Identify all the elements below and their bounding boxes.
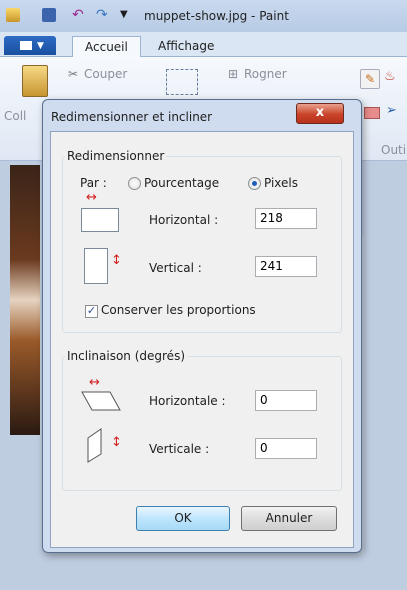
skew-vertical-input[interactable]: [255, 438, 317, 459]
radio-pixels[interactable]: [248, 177, 261, 190]
pourcentage-label[interactable]: Pourcentage: [144, 176, 219, 190]
paste-label[interactable]: Coll: [4, 109, 26, 123]
ok-button[interactable]: OK: [136, 506, 230, 531]
skew-vertical-arrow-icon: ↕: [111, 435, 122, 450]
vertical-resize-box-icon: [84, 248, 108, 284]
dialog-body: Redimensionner Par : Pourcentage Pixels …: [50, 131, 354, 548]
eraser-icon[interactable]: [364, 107, 380, 119]
tab-accueil[interactable]: Accueil: [72, 36, 141, 57]
pencil-icon[interactable]: ✎: [360, 69, 380, 89]
vertical-label: Vertical :: [149, 261, 202, 275]
paste-icon[interactable]: [22, 65, 48, 97]
skew-vertical-label: Verticale :: [149, 442, 210, 456]
keep-proportions-checkbox[interactable]: ✓: [85, 305, 98, 318]
customize-toolbar-icon[interactable]: ▼: [120, 8, 134, 22]
tab-affichage[interactable]: Affichage: [146, 36, 226, 56]
paint-menu-button[interactable]: ▼: [4, 36, 56, 55]
vertical-arrow-icon: ↕: [111, 253, 122, 268]
fill-icon[interactable]: ♨: [384, 69, 402, 87]
keep-proportions-label[interactable]: Conserver les proportions: [101, 303, 256, 317]
vertical-input[interactable]: [255, 256, 317, 277]
chevron-down-icon: ▼: [37, 41, 44, 51]
document-icon: [20, 41, 32, 50]
skew-group: [62, 356, 342, 491]
ribbon-tab-row: ▼ Accueil Affichage: [0, 32, 407, 57]
save-icon[interactable]: [42, 8, 56, 22]
pixels-label[interactable]: Pixels: [264, 176, 298, 190]
close-icon: x: [315, 105, 325, 120]
par-label: Par :: [80, 176, 107, 190]
cut-label[interactable]: Couper: [84, 67, 127, 81]
canvas-image[interactable]: [10, 165, 40, 435]
skew-horizontal-input[interactable]: [255, 390, 317, 411]
cancel-button[interactable]: Annuler: [241, 506, 337, 531]
skew-horizontal-icon: [81, 391, 121, 411]
title-bar: ↶ ↷ ▼ muppet-show.jpg - Paint: [0, 0, 407, 32]
tools-group-label: Outi: [381, 143, 407, 157]
select-icon[interactable]: [166, 69, 198, 95]
crop-icon: ⊞: [228, 67, 239, 81]
horizontal-arrow-icon: ↔: [86, 190, 97, 205]
close-button[interactable]: x: [296, 103, 344, 124]
resize-group-label: Redimensionner: [65, 149, 167, 163]
skew-vertical-icon: [87, 428, 102, 463]
horizontal-label: Horizontal :: [149, 213, 219, 227]
radio-pourcentage[interactable]: [128, 177, 141, 190]
paint-app-icon[interactable]: [6, 8, 20, 22]
undo-icon[interactable]: ↶: [72, 8, 86, 22]
window-title: muppet-show.jpg - Paint: [144, 9, 289, 23]
horizontal-resize-box-icon: [81, 208, 119, 232]
skew-horizontal-label: Horizontale :: [149, 394, 226, 408]
horizontal-input[interactable]: [255, 208, 317, 229]
resize-skew-dialog: Redimensionner et incliner x Redimension…: [42, 99, 362, 553]
skew-horizontal-arrow-icon: ↔: [89, 375, 100, 390]
skew-group-label: Inclinaison (degrés): [65, 349, 188, 363]
crop-label[interactable]: Rogner: [244, 67, 287, 81]
redo-icon[interactable]: ↷: [96, 8, 110, 22]
color-picker-icon[interactable]: ➢: [386, 103, 397, 118]
cut-icon: ✂: [68, 67, 79, 81]
dialog-title: Redimensionner et incliner: [51, 110, 213, 124]
